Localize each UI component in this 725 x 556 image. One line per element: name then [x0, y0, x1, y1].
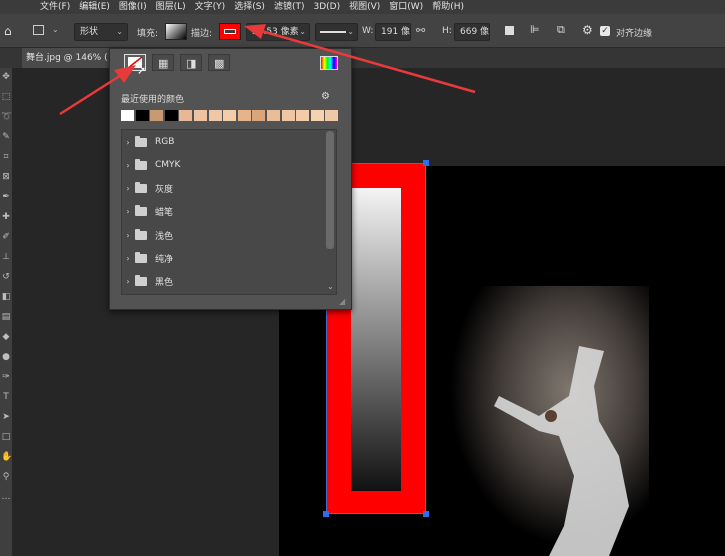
- annotation-arrow-stroke: [257, 28, 476, 94]
- annotation-arrowhead: [244, 24, 266, 39]
- annotation-arrowhead: [114, 65, 136, 83]
- mouse-cursor-icon: ➚: [137, 64, 147, 77]
- annotation-arrow-nocolor: [59, 70, 127, 116]
- annotation-arrows: [59, 24, 476, 116]
